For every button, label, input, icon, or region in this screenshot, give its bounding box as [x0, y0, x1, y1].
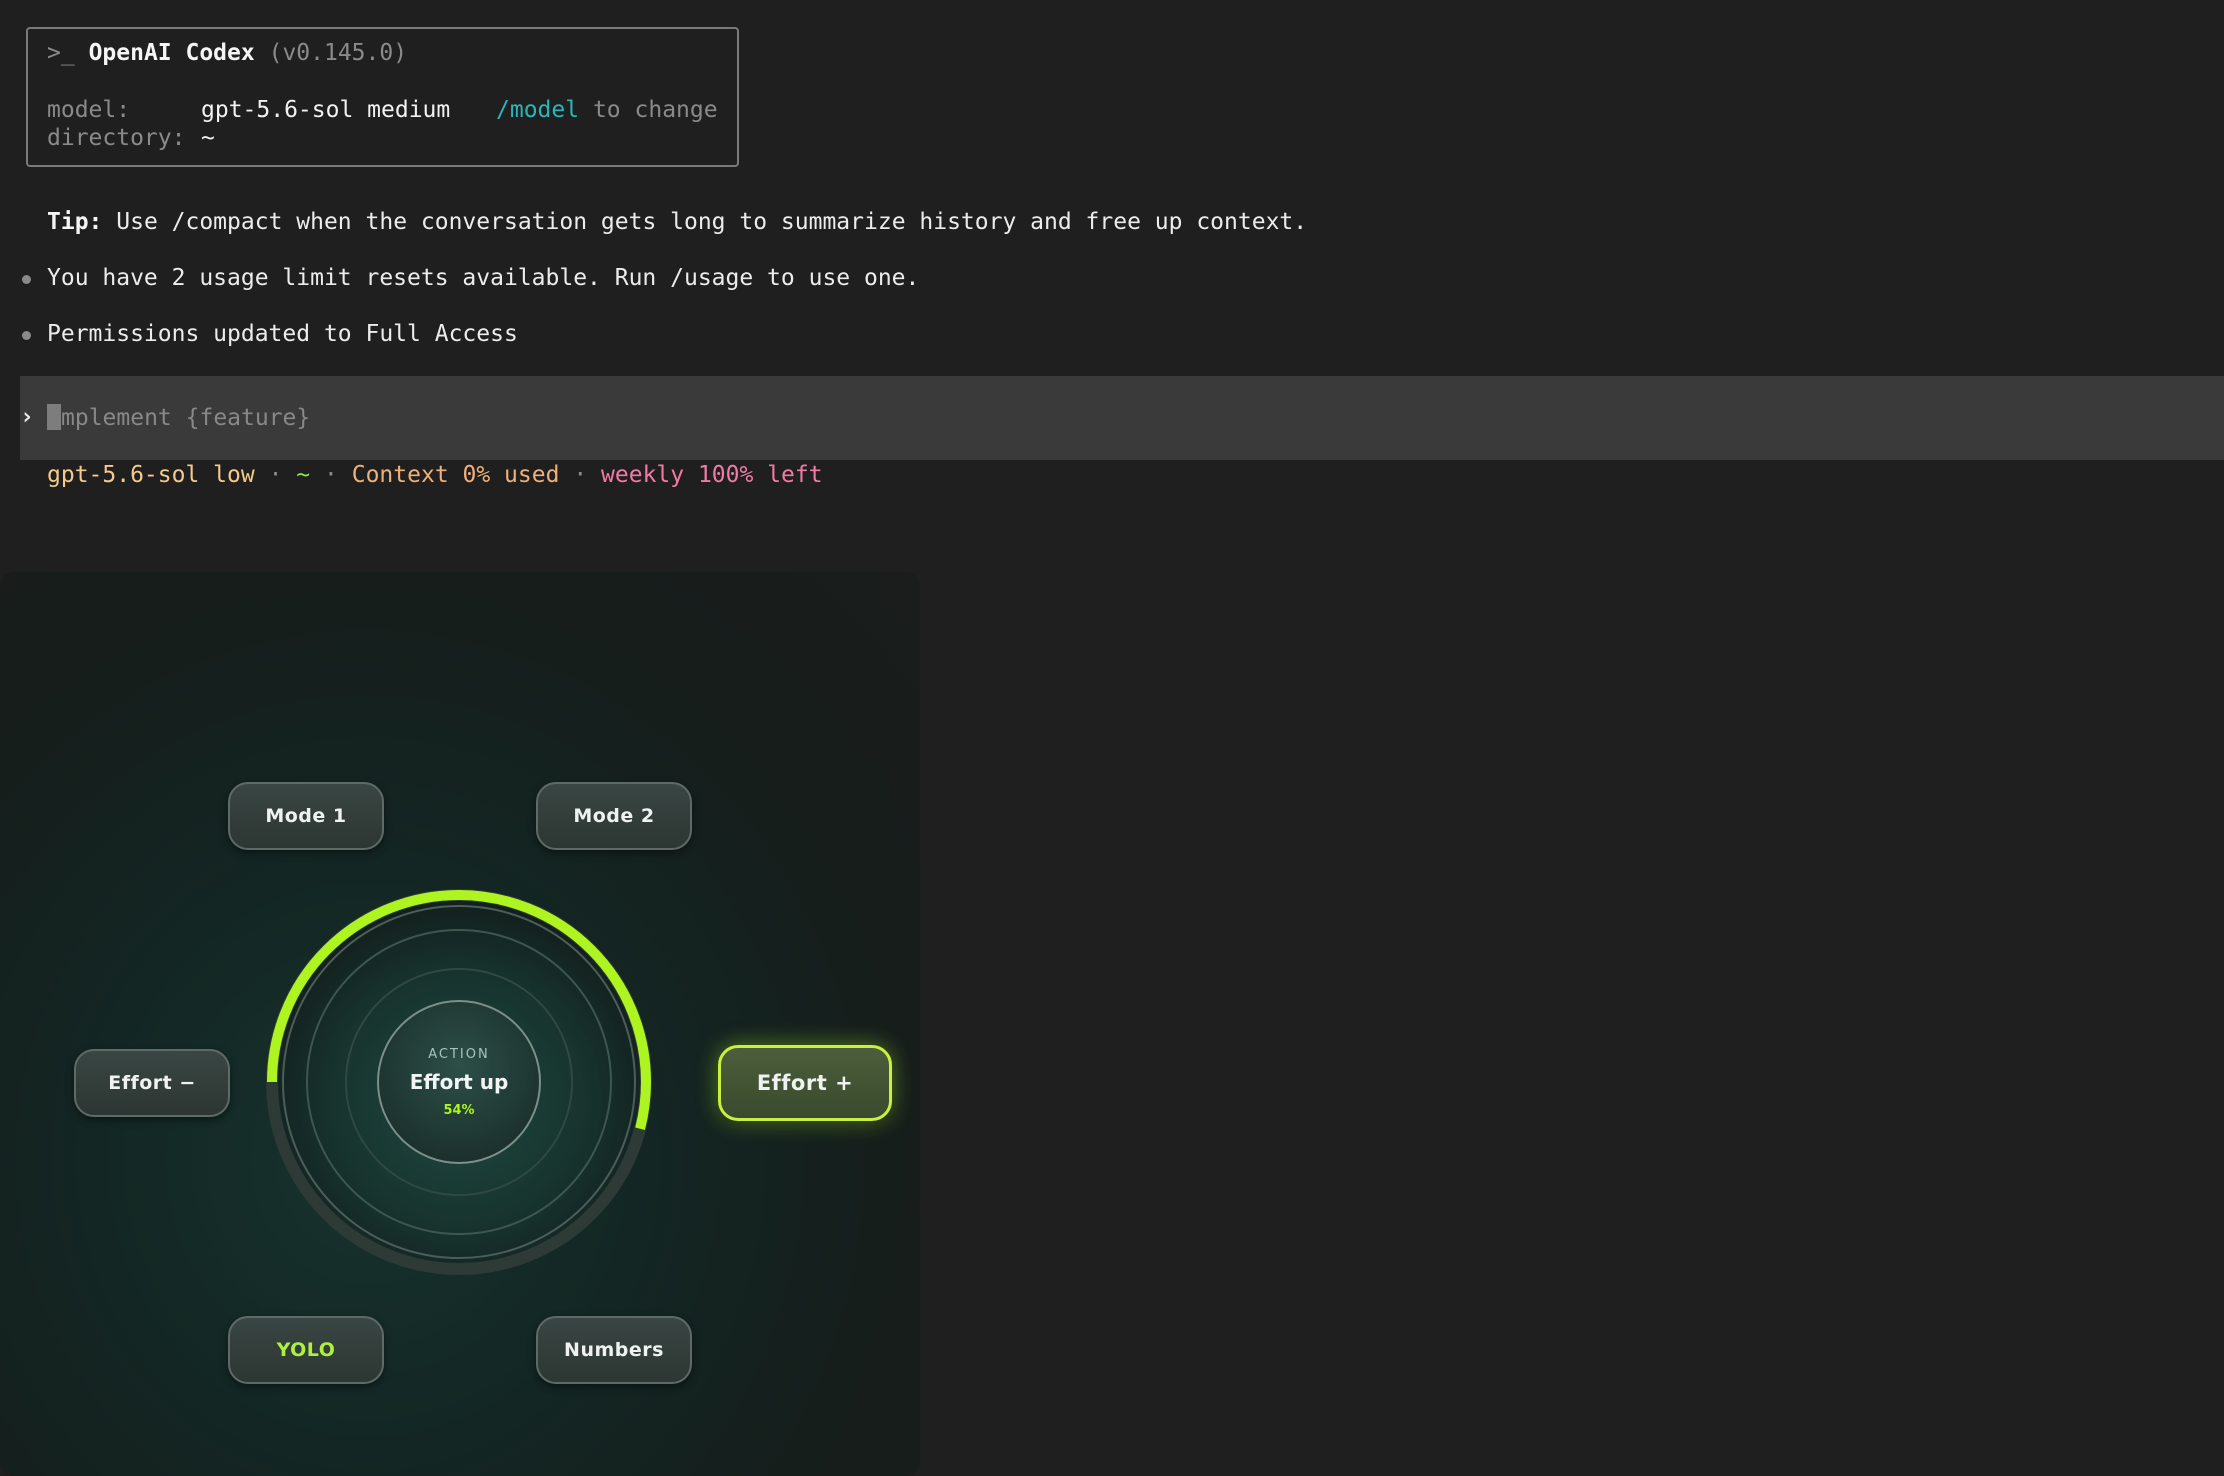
effort-plus-button[interactable]: Effort +: [718, 1045, 892, 1121]
dial-percent: 54%: [443, 1103, 475, 1118]
effort-minus-button[interactable]: Effort −: [74, 1049, 230, 1117]
model-value: gpt-5.6-sol medium: [201, 97, 451, 123]
directory-value: ~: [201, 125, 215, 151]
mode-2-button[interactable]: Mode 2: [536, 782, 692, 850]
status-separator: ·: [324, 462, 338, 488]
bullet-icon: [22, 331, 31, 340]
status-line: gpt-5.6-sol low · ~ · Context 0% used · …: [47, 462, 823, 488]
prompt-input-row[interactable]: [20, 376, 2224, 460]
status-separator: ·: [268, 462, 283, 488]
model-hint-text: to change: [592, 97, 718, 123]
status-model: gpt-5.6-sol low: [47, 462, 255, 488]
input-placeholder: mplement {feature}: [61, 405, 311, 431]
tip-label: Tip:: [47, 209, 103, 235]
message-usage-resets: You have 2 usage limit resets available.…: [47, 265, 920, 291]
message-permissions: Permissions updated to Full Access: [47, 321, 518, 347]
effort-minus-label: Effort −: [108, 1072, 196, 1094]
dial-caption: ACTION: [428, 1047, 490, 1062]
mode-1-button[interactable]: Mode 1: [228, 782, 384, 850]
app-name: OpenAI Codex: [88, 40, 255, 66]
app-version: (v0.145.0): [268, 40, 408, 66]
model-change-hint: /model to change: [496, 97, 718, 123]
tip-line: Tip: Use /compact when the conversation …: [47, 209, 1307, 235]
text-cursor: [47, 404, 61, 430]
terminal-prompt-icon: >_: [47, 40, 75, 66]
numbers-label: Numbers: [564, 1339, 664, 1361]
status-directory: ~: [296, 462, 311, 488]
dial-svg: [266, 889, 652, 1275]
status-context: Context 0% used: [351, 462, 560, 488]
prompt-input[interactable]: mplement {feature}: [47, 404, 310, 431]
yolo-label: YOLO: [276, 1339, 336, 1361]
status-weekly: weekly 100% left: [601, 462, 823, 488]
status-separator: ·: [573, 462, 588, 488]
tip-text: Use /compact when the conversation gets …: [116, 209, 1308, 235]
mode-1-label: Mode 1: [265, 805, 347, 827]
mode-2-label: Mode 2: [573, 805, 655, 827]
numbers-button[interactable]: Numbers: [536, 1316, 692, 1384]
header-title-line: >_ OpenAI Codex (v0.145.0): [47, 40, 407, 66]
model-label: model:: [47, 97, 131, 123]
effort-plus-label: Effort +: [756, 1071, 854, 1095]
bullet-icon: [22, 275, 31, 284]
directory-label: directory:: [47, 125, 186, 151]
yolo-button[interactable]: YOLO: [228, 1316, 384, 1384]
input-prompt-chevron-icon: ›: [20, 404, 34, 430]
model-command[interactable]: /model: [496, 97, 579, 123]
dial-title: Effort up: [409, 1070, 509, 1094]
